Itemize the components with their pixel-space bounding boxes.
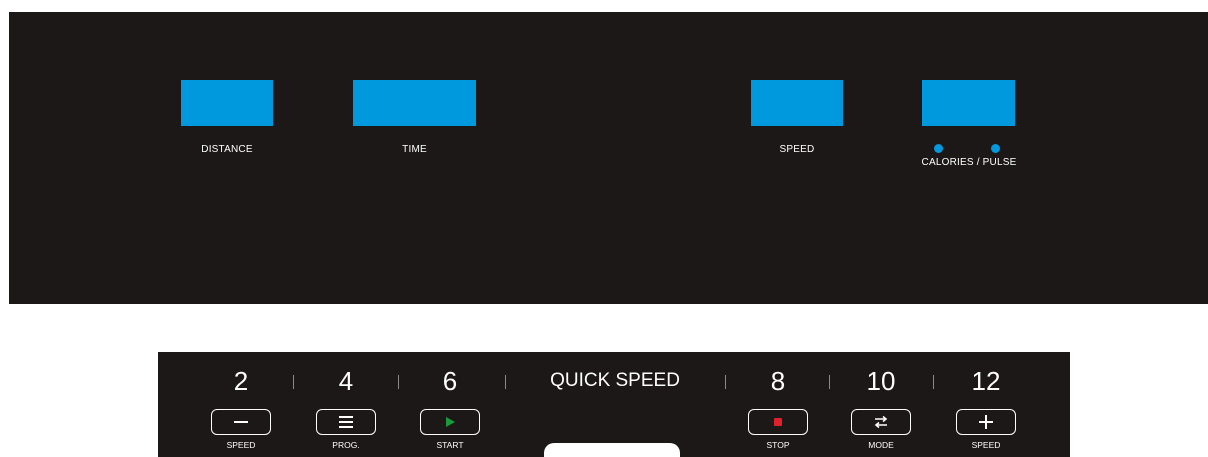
separator bbox=[725, 375, 726, 389]
speed-up-button[interactable] bbox=[956, 409, 1016, 435]
program-label: PROG. bbox=[332, 440, 360, 450]
quick-speed-4[interactable]: 4 bbox=[316, 366, 376, 397]
pulse-indicator-dot bbox=[991, 144, 1000, 153]
speed-label: SPEED bbox=[779, 144, 815, 155]
time-label: TIME bbox=[402, 144, 427, 155]
quick-speed-8[interactable]: 8 bbox=[748, 366, 808, 397]
speed-up-label: SPEED bbox=[971, 440, 1001, 450]
play-icon bbox=[446, 417, 455, 427]
calories-pulse-display bbox=[922, 80, 1015, 126]
separator bbox=[505, 375, 506, 389]
calories-indicator-dot bbox=[934, 144, 943, 153]
quick-speed-2[interactable]: 2 bbox=[211, 366, 271, 397]
swap-icon bbox=[874, 415, 888, 429]
menu-icon bbox=[339, 416, 353, 428]
speed-down-label: SPEED bbox=[226, 440, 256, 450]
quick-speed-10[interactable]: 10 bbox=[851, 366, 911, 397]
quick-speed-6[interactable]: 6 bbox=[420, 366, 480, 397]
center-tab bbox=[544, 443, 680, 457]
minus-icon bbox=[234, 421, 248, 423]
quick-speed-12[interactable]: 12 bbox=[956, 366, 1016, 397]
separator bbox=[933, 375, 934, 389]
stop-icon bbox=[774, 418, 782, 426]
start-label: START bbox=[436, 440, 464, 450]
time-display bbox=[353, 80, 476, 126]
mode-button[interactable] bbox=[851, 409, 911, 435]
control-panel: 2 4 6 QUICK SPEED 8 10 12 SPEED PROG. ST… bbox=[158, 352, 1070, 457]
separator bbox=[398, 375, 399, 389]
program-button[interactable] bbox=[316, 409, 376, 435]
display-panel: DISTANCE TIME SPEED CALORIES / PULSE bbox=[9, 12, 1208, 304]
speed-down-button[interactable] bbox=[211, 409, 271, 435]
plus-icon bbox=[979, 415, 993, 429]
mode-label: MODE bbox=[868, 440, 894, 450]
separator bbox=[829, 375, 830, 389]
distance-label: DISTANCE bbox=[201, 144, 253, 155]
quick-speed-title: QUICK SPEED bbox=[550, 370, 680, 391]
calories-pulse-label: CALORIES / PULSE bbox=[921, 157, 1017, 168]
separator bbox=[293, 375, 294, 389]
stop-button[interactable] bbox=[748, 409, 808, 435]
distance-display bbox=[181, 80, 273, 126]
speed-display bbox=[751, 80, 843, 126]
stop-label: STOP bbox=[766, 440, 790, 450]
start-button[interactable] bbox=[420, 409, 480, 435]
